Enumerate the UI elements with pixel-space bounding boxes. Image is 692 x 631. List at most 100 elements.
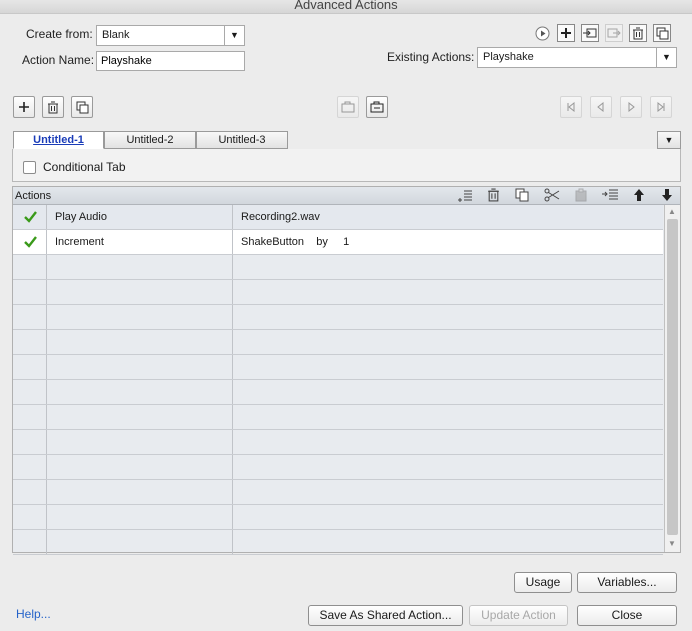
- row-status-cell: [13, 505, 47, 529]
- insert-line-icon[interactable]: [601, 188, 619, 205]
- scroll-up-icon[interactable]: ▲: [668, 207, 676, 216]
- help-link[interactable]: Help...: [16, 607, 51, 621]
- tab-untitled-1[interactable]: Untitled-1: [13, 131, 104, 149]
- cut-icon[interactable]: [544, 188, 560, 205]
- existing-actions-value: Playshake: [483, 51, 534, 63]
- preview-play-icon[interactable]: [534, 25, 550, 41]
- table-row[interactable]: [13, 505, 663, 530]
- table-row[interactable]: [13, 255, 663, 280]
- last-decision-icon[interactable]: [650, 96, 672, 118]
- row-target-cell[interactable]: [233, 430, 663, 454]
- add-decision-button[interactable]: [13, 96, 35, 118]
- row-status-cell: [13, 255, 47, 279]
- window-title: Advanced Actions: [0, 0, 692, 14]
- checkmark-icon: [24, 236, 37, 248]
- move-up-icon[interactable]: [633, 188, 645, 205]
- row-action-cell[interactable]: [47, 455, 233, 479]
- row-target-cell[interactable]: ShakeButton by 1: [233, 230, 663, 254]
- table-row[interactable]: [13, 330, 663, 355]
- row-target-cell[interactable]: [233, 305, 663, 329]
- table-row[interactable]: [13, 380, 663, 405]
- row-action-cell[interactable]: [47, 330, 233, 354]
- actions-grid: Actions Play Audio Recording2.wav Increm…: [12, 186, 681, 555]
- create-from-label: Create from:: [26, 27, 93, 41]
- row-target-cell[interactable]: Recording2.wav: [233, 205, 663, 229]
- next-decision-icon[interactable]: [620, 96, 642, 118]
- update-action-button[interactable]: Update Action: [469, 605, 568, 626]
- row-target-cell[interactable]: [233, 255, 663, 279]
- conditional-tab-label: Conditional Tab: [43, 160, 126, 174]
- duplicate-decision-button[interactable]: [71, 96, 93, 118]
- row-action-cell[interactable]: Increment: [47, 230, 233, 254]
- variables-button[interactable]: Variables...: [577, 572, 677, 593]
- export-icon[interactable]: [605, 24, 623, 42]
- chevron-down-icon: ▼: [224, 26, 244, 45]
- row-action-cell[interactable]: [47, 480, 233, 504]
- tab-untitled-2[interactable]: Untitled-2: [104, 131, 196, 149]
- row-action-cell[interactable]: [47, 355, 233, 379]
- action-name-input[interactable]: [96, 51, 245, 71]
- existing-actions-dropdown[interactable]: Playshake ▼: [477, 47, 677, 68]
- trash-icon[interactable]: [487, 188, 500, 205]
- move-decision-right-button[interactable]: [366, 96, 388, 118]
- copy-icon[interactable]: [515, 188, 529, 205]
- chevron-down-icon: ▼: [664, 135, 674, 145]
- previous-decision-icon[interactable]: [590, 96, 612, 118]
- row-target-cell[interactable]: [233, 455, 663, 479]
- tabs-menu-dropdown[interactable]: ▼: [657, 131, 681, 149]
- vertical-scrollbar[interactable]: ▲ ▼: [664, 205, 680, 552]
- row-target-cell[interactable]: [233, 405, 663, 429]
- row-action-cell[interactable]: [47, 405, 233, 429]
- table-row[interactable]: [13, 405, 663, 430]
- row-action-cell[interactable]: [47, 505, 233, 529]
- scrollbar-thumb[interactable]: [667, 219, 678, 535]
- scroll-down-icon[interactable]: ▼: [668, 539, 676, 548]
- row-status-cell: [13, 530, 47, 554]
- row-target-cell[interactable]: [233, 505, 663, 529]
- table-row[interactable]: [13, 480, 663, 505]
- row-status-cell: [13, 330, 47, 354]
- actions-grid-header: Actions: [13, 187, 680, 205]
- paste-icon[interactable]: [574, 188, 588, 205]
- move-decision-left-button[interactable]: [337, 96, 359, 118]
- create-from-dropdown[interactable]: Blank ▼: [96, 25, 245, 46]
- row-status-cell: [13, 430, 47, 454]
- row-action-cell[interactable]: [47, 305, 233, 329]
- row-status-cell: [13, 455, 47, 479]
- usage-button[interactable]: Usage: [514, 572, 572, 593]
- trash-icon[interactable]: [629, 24, 647, 42]
- row-target-cell[interactable]: [233, 355, 663, 379]
- table-row[interactable]: [13, 430, 663, 455]
- close-button[interactable]: Close: [577, 605, 677, 626]
- import-icon[interactable]: [581, 24, 599, 42]
- table-row[interactable]: Play Audio Recording2.wav: [13, 205, 663, 230]
- row-status-cell: [13, 355, 47, 379]
- insert-row-icon[interactable]: [457, 188, 473, 206]
- duplicate-icon[interactable]: [653, 24, 671, 42]
- row-action-cell[interactable]: [47, 530, 233, 554]
- table-row[interactable]: [13, 280, 663, 305]
- row-target-cell[interactable]: [233, 480, 663, 504]
- row-status-cell: [13, 380, 47, 404]
- first-decision-icon[interactable]: [560, 96, 582, 118]
- table-row[interactable]: [13, 455, 663, 480]
- row-target-cell[interactable]: [233, 380, 663, 404]
- move-down-icon[interactable]: [661, 188, 673, 205]
- conditional-tab-checkbox[interactable]: [23, 161, 36, 174]
- table-row[interactable]: [13, 530, 663, 555]
- row-action-cell[interactable]: Play Audio: [47, 205, 233, 229]
- tab-untitled-3[interactable]: Untitled-3: [196, 131, 288, 149]
- row-target-cell[interactable]: [233, 330, 663, 354]
- row-target-cell[interactable]: [233, 280, 663, 304]
- row-action-cell[interactable]: [47, 280, 233, 304]
- save-as-shared-action-button[interactable]: Save As Shared Action...: [308, 605, 463, 626]
- add-icon[interactable]: [557, 24, 575, 42]
- row-action-cell[interactable]: [47, 380, 233, 404]
- row-action-cell[interactable]: [47, 255, 233, 279]
- row-action-cell[interactable]: [47, 430, 233, 454]
- table-row[interactable]: [13, 305, 663, 330]
- table-row[interactable]: [13, 355, 663, 380]
- delete-decision-button[interactable]: [42, 96, 64, 118]
- row-target-cell[interactable]: [233, 530, 663, 554]
- table-row[interactable]: Increment ShakeButton by 1: [13, 230, 663, 255]
